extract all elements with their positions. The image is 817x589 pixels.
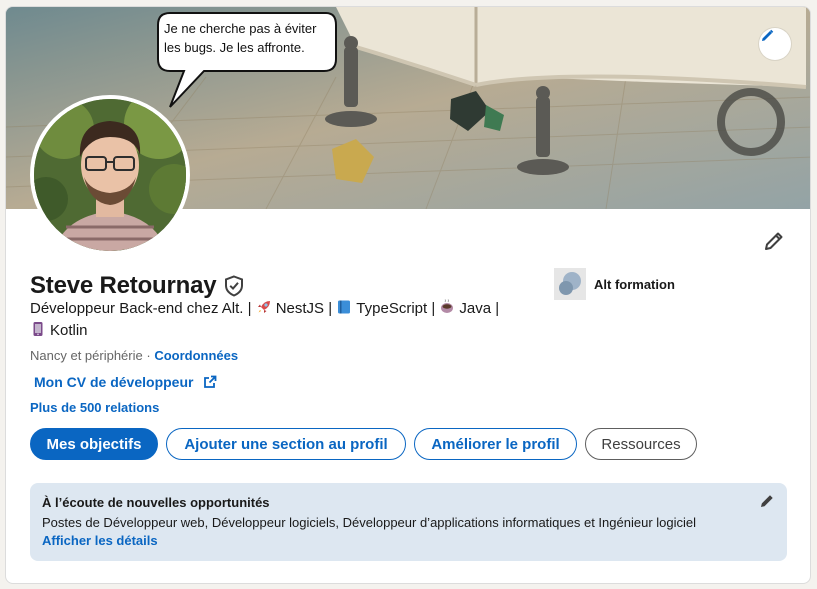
shield-check-icon[interactable]: [224, 275, 244, 297]
edit-intro-button[interactable]: [760, 229, 788, 257]
headline-tech-1: NestJS |: [275, 300, 333, 317]
open-to-work-title: À l’écoute de nouvelles opportunités: [42, 495, 270, 510]
mobile-phone-icon: [30, 321, 46, 343]
quote-bubble: Je ne cherche pas à éviter les bugs. Je …: [156, 11, 338, 108]
open-to-work-card: À l’écoute de nouvelles opportunités Pos…: [30, 483, 787, 561]
external-link-icon: [203, 375, 217, 389]
contact-info-link[interactable]: Coordonnées: [154, 348, 238, 363]
cv-link[interactable]: Mon CV de développeur: [34, 374, 217, 390]
company-name: Alt formation: [594, 276, 675, 292]
profile-name: Steve Retournay: [30, 272, 217, 299]
profile-avatar[interactable]: [30, 95, 190, 255]
goals-button[interactable]: Mes objectifs: [30, 428, 158, 460]
headline-tech-4: Kotlin: [50, 322, 88, 339]
edit-banner-button[interactable]: [759, 28, 791, 60]
location-separator: ·: [146, 348, 151, 363]
profile-headline: Développeur Back-end chez Alt. | NestJS …: [30, 299, 550, 343]
resources-button[interactable]: Ressources: [585, 428, 697, 460]
company-logo: [554, 268, 586, 300]
cv-link-label: Mon CV de développeur: [34, 374, 194, 390]
open-to-work-description: Postes de Développeur web, Développeur l…: [42, 515, 696, 530]
current-company[interactable]: Alt formation: [554, 268, 675, 300]
profile-card: Je ne cherche pas à éviter les bugs. Je …: [5, 6, 811, 584]
improve-profile-button[interactable]: Améliorer le profil: [414, 428, 577, 460]
quote-text: Je ne cherche pas à éviter les bugs. Je …: [164, 21, 317, 55]
connections-link[interactable]: Plus de 500 relations: [30, 400, 159, 415]
rocket-icon: [256, 299, 272, 321]
headline-tech-3: Java |: [459, 300, 500, 317]
pencil-icon: [759, 493, 775, 514]
headline-prefix: Développeur Back-end chez Alt. |: [30, 300, 252, 317]
coffee-icon: [439, 299, 455, 321]
edit-open-to-work-button[interactable]: [757, 493, 777, 513]
show-details-link[interactable]: Afficher les détails: [42, 533, 775, 548]
location-row: Nancy et périphérie · Coordonnées: [30, 348, 238, 363]
blue-book-icon: [336, 299, 352, 321]
name-row: Steve Retournay: [30, 272, 244, 300]
location-text: Nancy et périphérie: [30, 348, 143, 363]
add-section-button[interactable]: Ajouter une section au profil: [166, 428, 406, 460]
headline-tech-2: TypeScript |: [356, 300, 436, 317]
pencil-icon: [763, 230, 785, 257]
